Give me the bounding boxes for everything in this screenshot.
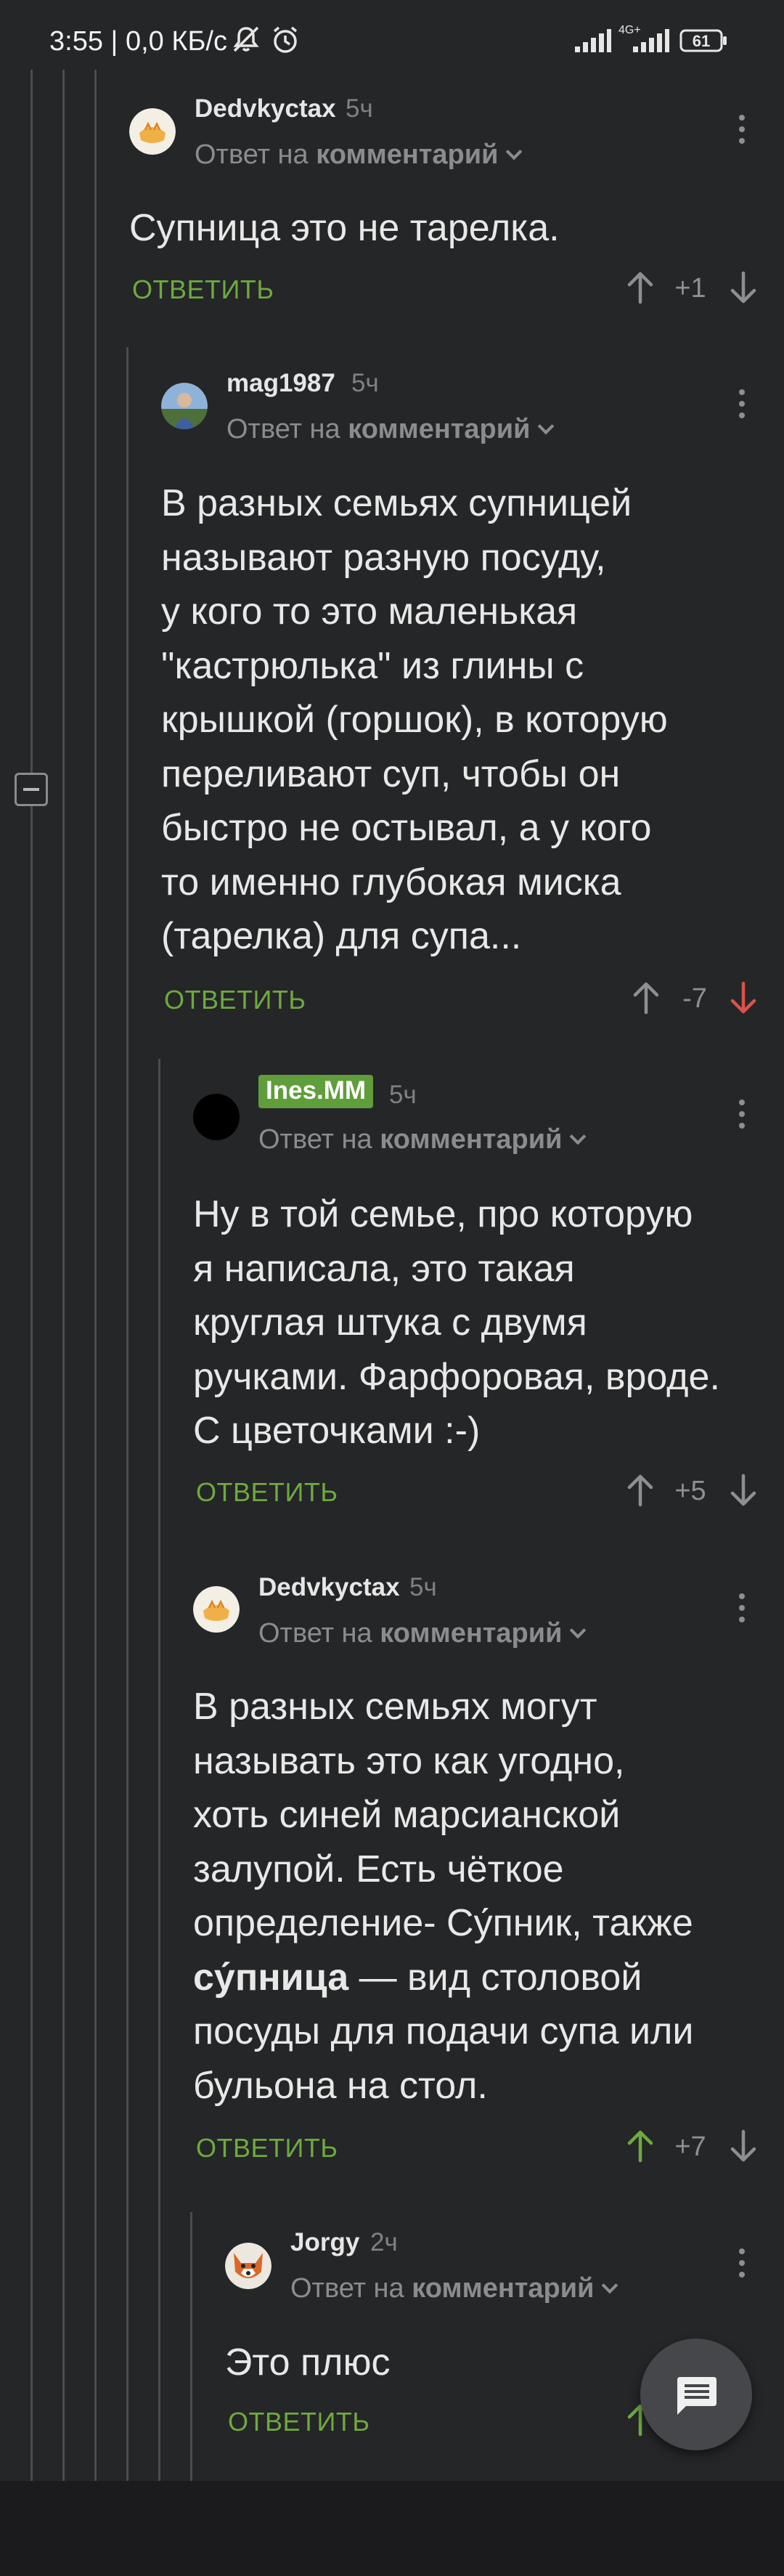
status-bar: 3:55 | 0,0 КБ/с 4G+ 61: [0, 0, 784, 70]
battery-icon: 61: [679, 29, 727, 52]
comment-time: 2ч: [370, 2228, 398, 2256]
bold-term: су́пница: [193, 1956, 349, 1999]
chevron-down-icon: [506, 143, 523, 161]
comment-rating: +1: [674, 273, 706, 304]
avatar[interactable]: [225, 2243, 271, 2289]
signal-icon: [575, 29, 611, 56]
comments-fab-button[interactable]: [640, 2339, 752, 2450]
reply-button[interactable]: ОТВЕТИТЬ: [196, 2133, 338, 2163]
comment-author[interactable]: Ines.MM: [258, 1075, 374, 1108]
reply-button[interactable]: ОТВЕТИТЬ: [132, 275, 274, 305]
collapse-thread-button[interactable]: [15, 773, 48, 806]
comment-author[interactable]: Jorgy: [290, 2228, 359, 2257]
avatar[interactable]: [129, 108, 176, 155]
comment-time: 5ч: [409, 1573, 437, 1601]
avatar[interactable]: [161, 383, 208, 429]
comment-body: В разных семьях могут называть это как у…: [193, 1686, 694, 2107]
chevron-down-icon: [538, 418, 555, 435]
downvote-icon[interactable]: [729, 270, 758, 305]
comment-rating: -7: [682, 983, 707, 1014]
system-navigation-bar: [0, 2481, 784, 2576]
chevron-down-icon: [570, 1128, 587, 1145]
reply-button[interactable]: ОТВЕТИТЬ: [228, 2407, 370, 2437]
chevron-down-icon: [602, 2277, 618, 2294]
thread-line: [30, 70, 33, 2481]
reply-to-link[interactable]: Ответ на комментарий: [226, 414, 555, 445]
comment-time: 5ч: [351, 369, 379, 397]
signal-4g-icon: [633, 29, 669, 56]
comment-body: Ну в той семье, про которую я написала, …: [193, 1193, 720, 1452]
comment-body: Супница это не тарелка.: [129, 207, 560, 249]
comment-time: 5ч: [346, 94, 373, 123]
reply-to-link[interactable]: Ответ на комментарий: [258, 1618, 587, 1649]
more-options-icon[interactable]: [736, 1100, 748, 1134]
alarm-icon: [270, 25, 301, 59]
comment-author[interactable]: Dedvkyctax: [195, 94, 336, 123]
thread-line: [190, 2212, 192, 2481]
reply-to-link[interactable]: Ответ на комментарий: [290, 2273, 618, 2304]
avatar[interactable]: [193, 1094, 240, 1140]
reply-button[interactable]: ОТВЕТИТЬ: [164, 985, 306, 1015]
upvote-icon[interactable]: [632, 980, 661, 1015]
thread-line: [126, 347, 128, 2481]
thread-line: [94, 70, 97, 2481]
downvote-icon-active[interactable]: [729, 980, 758, 1015]
comment-rating: +7: [674, 2132, 706, 2162]
thread-line: [62, 70, 65, 2481]
reply-to-link[interactable]: Ответ на комментарий: [258, 1124, 587, 1155]
more-options-icon[interactable]: [736, 115, 748, 150]
chat-icon: [677, 2377, 716, 2415]
downvote-icon[interactable]: [729, 1473, 758, 1508]
upvote-icon[interactable]: [626, 270, 655, 305]
reply-to-link[interactable]: Ответ на комментарий: [195, 139, 523, 171]
chevron-down-icon: [570, 1622, 587, 1639]
more-options-icon[interactable]: [736, 389, 748, 424]
downvote-icon[interactable]: [729, 2129, 758, 2163]
comment-time: 5ч: [389, 1081, 417, 1109]
more-options-icon[interactable]: [736, 1593, 748, 1628]
comment-author[interactable]: Dedvkyctax: [258, 1573, 400, 1602]
battery-level: 61: [692, 32, 711, 50]
mute-icon: [231, 25, 261, 57]
more-options-icon[interactable]: [736, 2248, 748, 2283]
comment-rating: +5: [674, 1476, 706, 1506]
comment-body: Это плюс: [225, 2341, 391, 2384]
upvote-icon-active[interactable]: [626, 2129, 655, 2163]
upvote-icon[interactable]: [626, 1473, 655, 1508]
avatar[interactable]: [193, 1586, 240, 1633]
reply-button[interactable]: ОТВЕТИТЬ: [196, 1477, 338, 1508]
comment-body: В разных семьях супницей называют разную…: [161, 482, 668, 957]
status-time: 3:55 | 0,0 КБ/с: [49, 26, 227, 57]
comment-author[interactable]: mag1987: [226, 369, 335, 398]
thread-line: [158, 1059, 160, 2481]
